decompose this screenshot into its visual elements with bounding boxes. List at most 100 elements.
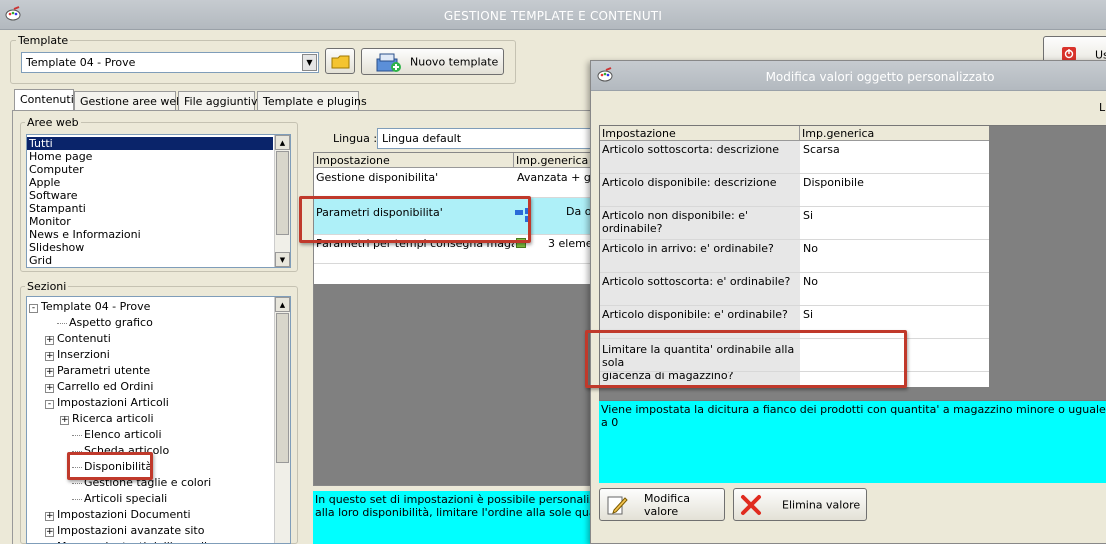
dialog-description-text: Viene impostata la dicitura a fianco dei…: [601, 403, 1106, 429]
row-value: Avanzata + gia: [517, 171, 593, 184]
dialog-title: Modifica valori oggetto personalizzato: [765, 70, 995, 84]
tab-template-e-plugins[interactable]: Template e plugins: [257, 91, 367, 111]
list-item[interactable]: Monitor: [27, 215, 273, 228]
dialog-truncated-label: Li: [1099, 101, 1106, 114]
dialog-title-bar: Modifica valori oggetto personalizzato: [591, 61, 1106, 91]
lingua-label: Lingua :: [333, 132, 378, 145]
main-description-line2: alla loro disponibilità, limitare l'ordi…: [315, 506, 591, 519]
scroll-thumb[interactable]: [276, 313, 289, 463]
sezioni-scrollbar[interactable]: ▲: [274, 297, 290, 543]
tree-node[interactable]: Aspetto grafico: [57, 316, 153, 330]
aree-web-list[interactable]: Tutti Home page Computer Apple Software Stamp…: [26, 134, 291, 268]
delete-value-button[interactable]: Elimina valore: [733, 488, 867, 521]
tree-connector: [72, 482, 82, 484]
template-select[interactable]: Template 04 - Prove ▼: [21, 52, 319, 73]
dialog-description: Viene impostata la dicitura a fianco dei…: [599, 401, 1106, 483]
tab-contenuti[interactable]: Contenuti: [14, 89, 74, 111]
tree-node-label: Carrello ed Ordini: [57, 380, 154, 393]
list-item[interactable]: Grid: [27, 254, 273, 267]
tree-node[interactable]: + Ricerca articoli: [60, 412, 154, 426]
row-value: Scarsa: [803, 143, 840, 156]
tree-node[interactable]: + Impostazioni Documenti: [45, 508, 191, 522]
row-divider: [314, 263, 592, 264]
expand-icon[interactable]: +: [60, 416, 69, 425]
annotation-box: [67, 452, 153, 480]
table-row[interactable]: Articolo in arrivo: e' ordinabile? No: [600, 240, 989, 273]
row-value: Disponibile: [803, 176, 864, 189]
expand-icon[interactable]: +: [45, 352, 54, 361]
tree-node-label: Impostazioni Documenti: [57, 508, 191, 521]
table-row[interactable]: Articolo sottoscorta: e' ordinabile? No: [600, 273, 989, 306]
lingua-select-value: Lingua default: [382, 132, 462, 145]
tab-gestione-aree-web-label: Gestione aree web: [80, 95, 184, 108]
tree-node-label: Articoli speciali: [84, 492, 168, 505]
chevron-down-icon[interactable]: ▼: [302, 54, 317, 71]
table-row[interactable]: Gestione disponibilita' Avanzata + gia: [314, 169, 594, 197]
tree-node-label: Aspetto grafico: [69, 316, 153, 329]
list-item[interactable]: Home page: [27, 150, 273, 163]
sezioni-tree[interactable]: ▲ - Template 04 - Prove Aspetto grafico + Co…: [26, 296, 291, 544]
tree-node[interactable]: - Template 04 - Prove: [29, 300, 150, 314]
tree-node[interactable]: + Impostazioni avanzate sito: [45, 524, 204, 538]
template-group-label: Template: [16, 34, 71, 47]
tab-file-aggiuntivi[interactable]: File aggiuntivi: [178, 91, 261, 111]
list-item[interactable]: Apple: [27, 176, 273, 189]
tree-node[interactable]: + Contenuti: [45, 332, 111, 346]
tree-node-label: Template 04 - Prove: [41, 300, 151, 313]
modifica-dialog: Modifica valori oggetto personalizzato L…: [585, 60, 1106, 544]
scroll-thumb[interactable]: [276, 151, 289, 235]
scroll-up-icon[interactable]: ▲: [275, 135, 290, 150]
table-row[interactable]: Articolo disponibile: descrizione Disponi…: [600, 174, 989, 207]
open-folder-button[interactable]: [325, 48, 355, 74]
list-item[interactable]: Computer: [27, 163, 273, 176]
scroll-up-icon[interactable]: ▲: [275, 297, 290, 312]
tree-node[interactable]: + Parametri utente: [45, 364, 150, 378]
modify-value-button[interactable]: Modifica valore: [599, 488, 725, 521]
annotation-box: [299, 196, 531, 243]
table-row[interactable]: Articolo sottoscorta: descrizione Scarsa: [600, 141, 989, 174]
power-icon: [1062, 47, 1076, 61]
row-value: 3 elemen: [548, 237, 594, 250]
aree-web-label: Aree web: [25, 116, 81, 129]
app-palette-icon: [597, 67, 613, 82]
collapse-icon[interactable]: -: [29, 304, 38, 313]
row-name: Gestione disponibilita': [316, 171, 439, 184]
tree-node[interactable]: Elenco articoli: [72, 428, 162, 442]
expand-icon[interactable]: +: [45, 368, 54, 377]
table-row[interactable]: Articolo non disponibile: e' ordinabile?…: [600, 207, 989, 240]
main-description: In questo set di impostazioni è possibil…: [313, 491, 593, 544]
scroll-down-icon[interactable]: ▼: [275, 252, 290, 267]
window-title: GESTIONE TEMPLATE E CONTENUTI: [443, 9, 663, 23]
expand-icon[interactable]: +: [45, 528, 54, 537]
tree-node[interactable]: + Inserzioni: [45, 348, 110, 362]
list-item[interactable]: Software: [27, 189, 273, 202]
row-name: Articolo in arrivo: e' ordinabile?: [602, 242, 774, 255]
list-item[interactable]: News e Informazioni: [27, 228, 273, 241]
title-bar: GESTIONE TEMPLATE E CONTENUTI: [0, 0, 1106, 30]
delete-value-label: Elimina valore: [782, 498, 861, 511]
tree-node[interactable]: + Carrello ed Ordini: [45, 380, 153, 394]
expand-icon[interactable]: +: [45, 336, 54, 345]
expand-icon[interactable]: +: [45, 384, 54, 393]
new-template-icon: [376, 53, 401, 72]
list-item[interactable]: Stampanti: [27, 202, 273, 215]
collapse-icon[interactable]: -: [45, 400, 54, 409]
tree-connector: [72, 498, 82, 500]
list-item[interactable]: Tutti: [27, 136, 274, 151]
edit-icon: [607, 496, 628, 515]
tab-contenuti-label: Contenuti: [20, 93, 74, 106]
tree-connector: [57, 322, 67, 324]
template-select-value: Template 04 - Prove: [26, 56, 136, 69]
list-item[interactable]: Slideshow: [27, 241, 273, 254]
tree-node[interactable]: - Impostazioni Articoli: [45, 396, 169, 410]
dialog-header-imp-generica: Imp.generica: [800, 126, 989, 141]
tree-node[interactable]: +Messaggi e testi dell'e-mail: [45, 540, 207, 543]
tree-node-label: Ricerca articoli: [72, 412, 154, 425]
expand-icon[interactable]: +: [45, 512, 54, 521]
tab-gestione-aree-web[interactable]: Gestione aree web: [74, 91, 183, 111]
tree-node[interactable]: Articoli speciali: [72, 492, 167, 506]
aree-web-scrollbar[interactable]: ▲ ▼: [274, 135, 290, 267]
new-template-button[interactable]: Nuovo template: [361, 48, 504, 75]
grid-header-impostazione: Impostazione: [314, 153, 514, 168]
lingua-select[interactable]: Lingua default: [377, 128, 597, 149]
